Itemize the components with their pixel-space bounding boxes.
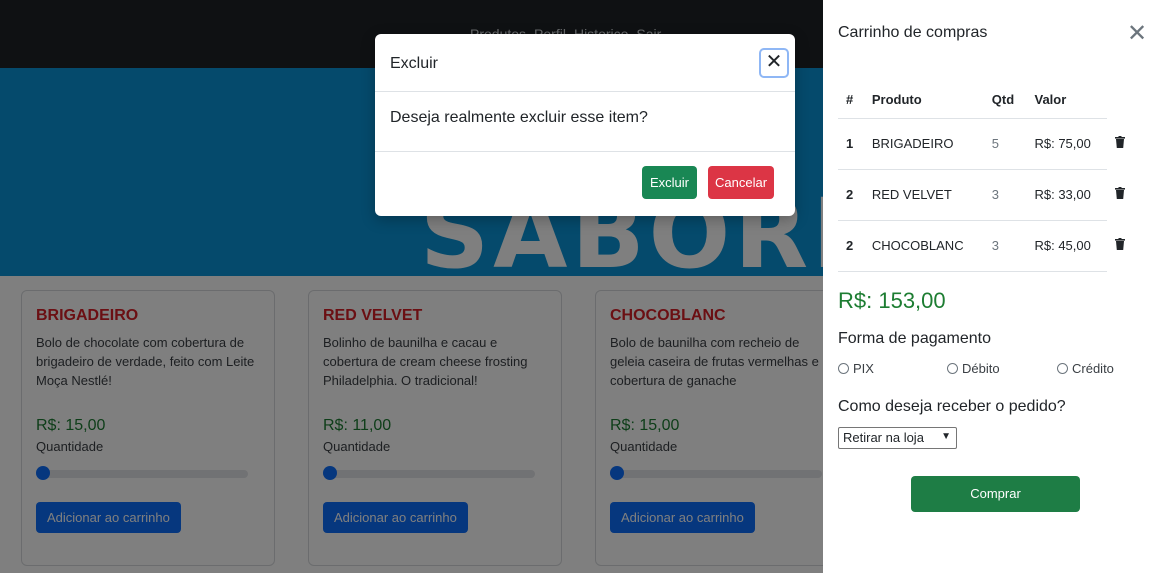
payment-option-credito[interactable]: Crédito (1057, 361, 1114, 376)
column-header-number: # (838, 82, 864, 119)
trash-icon[interactable] (1115, 187, 1126, 199)
table-header-row: # Produto Qtd Valor (838, 82, 1136, 119)
row-number: 2 (838, 220, 864, 272)
payment-option-label: Débito (962, 361, 1000, 376)
cart-offcanvas: Carrinho de compras ✕ # Produto Qtd Valo… (823, 0, 1157, 573)
modal-header: Excluir ✕ (375, 34, 795, 92)
table-row: 2 RED VELVET 3 R$: 33,00 (838, 169, 1136, 221)
row-value: R$: 45,00 (1026, 220, 1108, 272)
table-row: 1 BRIGADEIRO 5 R$: 75,00 (838, 118, 1136, 170)
delete-confirm-modal: Excluir ✕ Deseja realmente excluir esse … (375, 34, 795, 216)
modal-message: Deseja realmente excluir esse item? (390, 109, 648, 126)
trash-icon[interactable] (1115, 136, 1126, 148)
row-value: R$: 33,00 (1026, 169, 1108, 221)
payment-option-label: PIX (853, 361, 874, 376)
cancel-button[interactable]: Cancelar (708, 166, 775, 199)
delivery-select[interactable]: Retirar na loja ▼ (838, 427, 957, 449)
trash-icon[interactable] (1115, 238, 1126, 250)
delete-cell (1107, 220, 1136, 271)
buy-button[interactable]: Comprar (911, 476, 1080, 512)
row-value: R$: 75,00 (1026, 118, 1108, 170)
modal-title: Excluir (390, 55, 439, 72)
modal-body: Deseja realmente excluir esse item? (375, 92, 795, 152)
radio-icon[interactable] (1057, 363, 1068, 374)
row-number: 1 (838, 118, 864, 170)
row-qty: 3 (983, 169, 1027, 221)
cart-total: R$: 153,00 (838, 288, 946, 313)
delete-cell (1107, 118, 1136, 169)
cart-table: # Produto Qtd Valor 1 BRIGADEIRO 5 R$: 7… (838, 82, 1136, 272)
column-header-actions (1107, 82, 1136, 118)
chevron-down-icon: ▼ (941, 431, 951, 442)
delivery-select-value: Retirar na loja (843, 430, 924, 445)
confirm-delete-button[interactable]: Excluir (642, 166, 698, 199)
close-icon[interactable]: ✕ (1127, 22, 1147, 46)
close-icon[interactable]: ✕ (759, 48, 789, 78)
column-header-qty: Qtd (983, 82, 1027, 119)
modal-footer: Excluir Cancelar (375, 152, 795, 216)
payment-option-label: Crédito (1072, 361, 1114, 376)
delete-cell (1107, 169, 1136, 220)
column-header-product: Produto (863, 82, 984, 119)
row-product: CHOCOBLANC (863, 220, 984, 272)
payment-option-debito[interactable]: Débito (947, 361, 1000, 376)
column-header-value: Valor (1026, 82, 1108, 119)
row-qty: 5 (983, 118, 1027, 170)
radio-icon[interactable] (947, 363, 958, 374)
payment-title: Forma de pagamento (838, 330, 991, 347)
row-product: RED VELVET (863, 169, 984, 221)
payment-option-pix[interactable]: PIX (838, 361, 874, 376)
row-number: 2 (838, 169, 864, 221)
row-qty: 3 (983, 220, 1027, 272)
table-row: 2 CHOCOBLANC 3 R$: 45,00 (838, 220, 1136, 272)
radio-icon[interactable] (838, 363, 849, 374)
cart-title: Carrinho de compras (838, 24, 988, 41)
row-product: BRIGADEIRO (863, 118, 984, 170)
delivery-title: Como deseja receber o pedido? (838, 398, 1066, 415)
